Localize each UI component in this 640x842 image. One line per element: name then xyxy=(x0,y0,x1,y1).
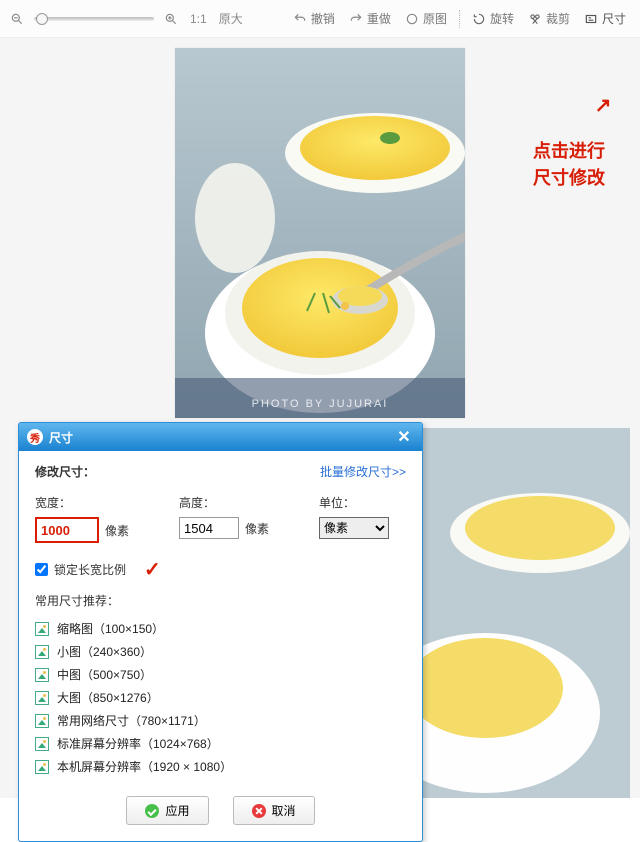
image-icon xyxy=(35,622,49,636)
image-icon xyxy=(35,714,49,728)
batch-resize-link[interactable]: 批量修改尺寸>> xyxy=(320,463,406,480)
rotate-button[interactable]: 旋转 xyxy=(468,8,518,29)
dialog-titlebar[interactable]: 秀 尺寸 ✕ xyxy=(19,423,422,451)
width-label: 宽度： xyxy=(35,494,129,511)
crop-label: 裁剪 xyxy=(546,10,570,27)
preset-item[interactable]: 缩略图（100×150） xyxy=(35,617,406,640)
image-icon xyxy=(35,760,49,774)
close-circle-icon xyxy=(252,804,266,818)
unit-label: 单位： xyxy=(319,494,389,511)
photo-preview[interactable]: PHOTO BY JUJURAI xyxy=(175,48,465,418)
check-circle-icon xyxy=(145,804,159,818)
cancel-button[interactable]: 取消 xyxy=(233,796,315,825)
size-button[interactable]: 尺寸 xyxy=(580,8,630,29)
lower-area: 秀 尺寸 ✕ 修改尺寸： 批量修改尺寸>> 宽度： 像素 高度： xyxy=(0,428,640,798)
height-unit-suffix: 像素 xyxy=(245,520,269,537)
photo-placeholder-icon xyxy=(175,48,465,418)
undo-button[interactable]: 撤销 xyxy=(289,8,339,29)
dialog-title: 尺寸 xyxy=(49,429,73,446)
rotate-label: 旋转 xyxy=(490,10,514,27)
unit-select[interactable]: 像素 xyxy=(319,517,389,539)
editor-toolbar: 1:1 原大 撤销 重做 原图 旋转 裁剪 尺寸 xyxy=(0,0,640,38)
modify-size-label: 修改尺寸： xyxy=(35,463,95,480)
zoom-ratio-label[interactable]: 1:1 xyxy=(190,12,207,26)
height-label: 高度： xyxy=(179,494,269,511)
app-badge-icon: 秀 xyxy=(27,429,43,445)
lock-ratio-checkbox[interactable] xyxy=(35,563,48,576)
preset-list: 缩略图（100×150） 小图（240×360） 中图（500×750） 大图（… xyxy=(35,617,406,778)
preset-section-label: 常用尺寸推荐： xyxy=(35,592,406,609)
zoom-original-label[interactable]: 原大 xyxy=(219,10,243,27)
size-label: 尺寸 xyxy=(602,10,626,27)
zoom-slider[interactable] xyxy=(34,17,154,21)
dialog-close-button[interactable]: ✕ xyxy=(394,427,414,447)
zoom-in-icon[interactable] xyxy=(164,12,178,26)
original-image-label: 原图 xyxy=(423,10,447,27)
annotation-check-icon: ✓ xyxy=(144,557,161,582)
image-icon xyxy=(35,668,49,682)
redo-button[interactable]: 重做 xyxy=(345,8,395,29)
zoom-out-icon[interactable] xyxy=(10,12,24,26)
image-icon xyxy=(35,645,49,659)
undo-label: 撤销 xyxy=(311,10,335,27)
redo-label: 重做 xyxy=(367,10,391,27)
height-input[interactable] xyxy=(179,517,239,539)
zoom-slider-handle[interactable] xyxy=(36,13,48,25)
width-input[interactable] xyxy=(35,517,99,543)
image-icon xyxy=(35,737,49,751)
preset-item[interactable]: 标准屏幕分辨率（1024×768） xyxy=(35,732,406,755)
preset-item[interactable]: 中图（500×750） xyxy=(35,663,406,686)
original-image-button[interactable]: 原图 xyxy=(401,8,451,29)
apply-button[interactable]: 应用 xyxy=(126,796,208,825)
annotation-text: 点击进行尺寸修改 xyxy=(533,138,605,192)
preset-item[interactable]: 小图（240×360） xyxy=(35,640,406,663)
lock-ratio-label: 锁定长宽比例 xyxy=(54,561,126,578)
annotation-arrow-icon: ↖ xyxy=(591,97,616,114)
preset-item[interactable]: 本机屏幕分辨率（1920 × 1080） xyxy=(35,755,406,778)
resize-dialog: 秀 尺寸 ✕ 修改尺寸： 批量修改尺寸>> 宽度： 像素 高度： xyxy=(18,422,423,842)
preset-item[interactable]: 常用网络尺寸（780×1171） xyxy=(35,709,406,732)
crop-button[interactable]: 裁剪 xyxy=(524,8,574,29)
canvas-area: PHOTO BY JUJURAI ↖ 点击进行尺寸修改 xyxy=(0,38,640,428)
width-unit-suffix: 像素 xyxy=(105,522,129,539)
preset-item[interactable]: 大图（850×1276） xyxy=(35,686,406,709)
photo-watermark: PHOTO BY JUJURAI xyxy=(175,398,465,410)
image-icon xyxy=(35,691,49,705)
